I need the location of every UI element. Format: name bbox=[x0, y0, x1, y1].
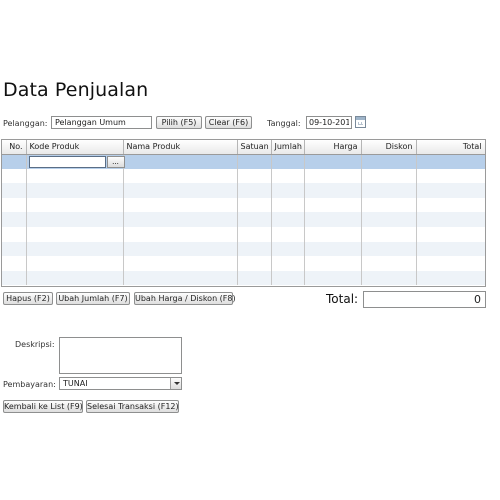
chevron-down-icon[interactable] bbox=[170, 378, 181, 389]
column-header-product-name[interactable]: Nama Produk bbox=[123, 140, 238, 155]
browse-product-button[interactable]: ... bbox=[106, 155, 125, 168]
product-code-input[interactable] bbox=[28, 155, 106, 168]
customer-field[interactable] bbox=[51, 116, 152, 129]
table-cell[interactable] bbox=[304, 154, 362, 169]
table-row[interactable] bbox=[2, 212, 485, 227]
customer-label: Pelanggan: bbox=[3, 119, 48, 128]
table-row[interactable] bbox=[2, 256, 485, 271]
date-field[interactable] bbox=[306, 116, 352, 129]
column-header-no[interactable]: No. bbox=[2, 140, 27, 155]
back-to-list-button[interactable]: Kembali ke List (F9) bbox=[3, 400, 83, 413]
table-header-row: No. Kode Produk Nama Produk Satuan Jumla… bbox=[2, 140, 485, 155]
finish-transaction-button[interactable]: Selesai Transaksi (F12) bbox=[86, 400, 179, 413]
payment-select[interactable]: TUNAI bbox=[59, 377, 182, 390]
table-row[interactable] bbox=[2, 168, 485, 184]
table-cell[interactable] bbox=[416, 154, 485, 169]
description-label: Deskripsi: bbox=[15, 340, 55, 349]
column-header-product-code[interactable]: Kode Produk bbox=[26, 140, 124, 155]
delete-row-button[interactable]: Hapus (F2) bbox=[3, 292, 53, 305]
page-title: Data Penjualan bbox=[3, 79, 149, 101]
column-header-discount[interactable]: Diskon bbox=[361, 140, 417, 155]
product-code-editor[interactable]: ... bbox=[26, 154, 125, 169]
table-cell[interactable] bbox=[271, 154, 305, 169]
table-cell[interactable] bbox=[237, 154, 272, 169]
column-header-total[interactable]: Total bbox=[416, 140, 485, 155]
table-row[interactable]: ... bbox=[2, 154, 485, 169]
column-header-unit[interactable]: Satuan bbox=[237, 140, 272, 155]
table-cell[interactable] bbox=[361, 154, 417, 169]
clear-customer-button[interactable]: Clear (F6) bbox=[205, 116, 252, 129]
change-quantity-button[interactable]: Ubah Jumlah (F7) bbox=[56, 292, 130, 305]
table-cell[interactable] bbox=[2, 154, 27, 169]
table-row[interactable] bbox=[2, 226, 485, 242]
total-label: Total: bbox=[326, 292, 359, 306]
payment-selected-value: TUNAI bbox=[63, 379, 88, 388]
column-header-price[interactable]: Harga bbox=[304, 140, 362, 155]
date-label: Tanggal: bbox=[267, 119, 301, 128]
column-header-quantity[interactable]: Jumlah bbox=[271, 140, 305, 155]
table-row[interactable] bbox=[2, 183, 485, 198]
table-row[interactable] bbox=[2, 197, 485, 213]
total-value: 0 bbox=[363, 291, 486, 308]
payment-label: Pembayaran: bbox=[3, 380, 56, 389]
calendar-icon[interactable] bbox=[355, 116, 366, 128]
description-field[interactable] bbox=[59, 337, 182, 374]
product-table[interactable]: No. Kode Produk Nama Produk Satuan Jumla… bbox=[1, 139, 486, 287]
change-price-discount-button[interactable]: Ubah Harga / Diskon (F8) bbox=[134, 292, 236, 305]
select-customer-button[interactable]: Pilih (F5) bbox=[156, 116, 202, 129]
table-cell[interactable] bbox=[123, 154, 238, 169]
table-row[interactable] bbox=[2, 241, 485, 257]
table-row[interactable] bbox=[2, 270, 485, 286]
